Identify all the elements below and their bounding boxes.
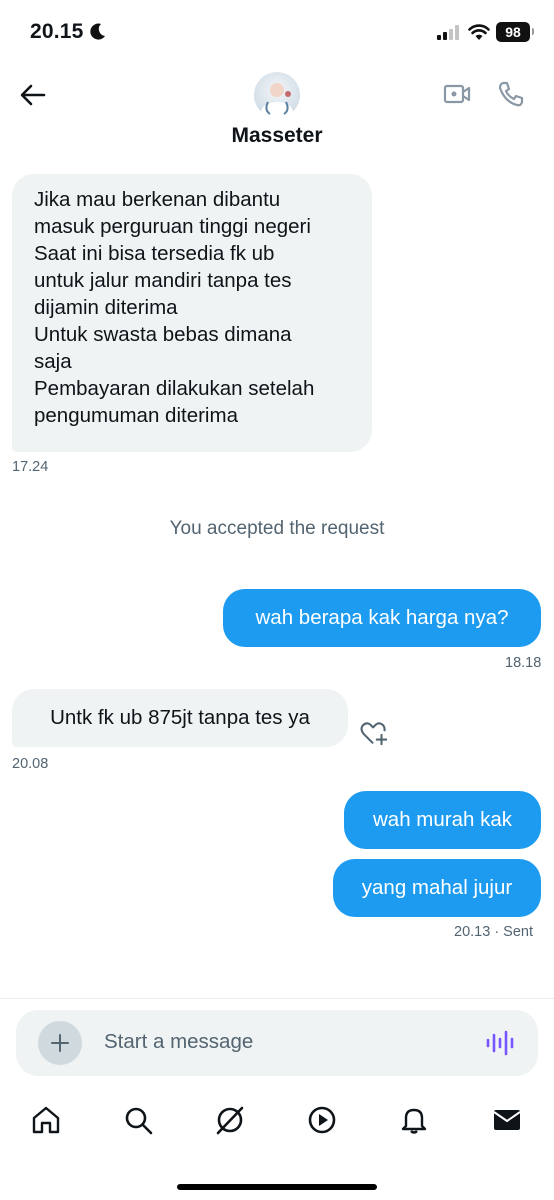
composer-divider	[0, 998, 554, 999]
battery-indicator: 98	[496, 22, 534, 42]
video-call-icon[interactable]	[443, 80, 471, 108]
home-indicator	[177, 1184, 377, 1190]
message-bubble-received[interactable]: Jika mau berkenan dibantu masuk pergurua…	[12, 174, 372, 452]
grok-icon[interactable]	[214, 1104, 246, 1136]
message-timestamp: 18.18	[505, 655, 542, 671]
video-icon[interactable]	[306, 1104, 338, 1136]
bottom-tab-bar	[0, 1096, 554, 1152]
home-icon[interactable]	[30, 1104, 62, 1136]
battery-level: 98	[505, 24, 521, 40]
status-time: 20.15	[30, 20, 84, 43]
message-status: 20.13 · Sent	[454, 924, 533, 940]
phone-icon[interactable]	[497, 80, 525, 108]
message-bubble-sent[interactable]: wah berapa kak harga nya?	[223, 589, 541, 647]
system-notice: You accepted the request	[169, 518, 385, 539]
moon-icon	[90, 23, 105, 40]
message-bubble-received[interactable]: Untk fk ub 875jt tanpa tes ya	[12, 689, 348, 747]
search-icon[interactable]	[122, 1104, 154, 1136]
messages-icon[interactable]	[491, 1104, 523, 1136]
signal-icon	[437, 25, 459, 40]
notifications-icon[interactable]	[398, 1104, 430, 1136]
composer: Start a message	[16, 1010, 538, 1076]
wifi-icon	[468, 24, 490, 40]
conversation-title[interactable]: Masseter	[0, 124, 554, 148]
avatar[interactable]	[254, 72, 300, 118]
doctor-avatar-icon	[261, 83, 293, 118]
add-media-button[interactable]	[38, 1021, 82, 1065]
conversation-header: Masseter	[0, 62, 554, 162]
message-timestamp: 20.08	[12, 756, 49, 772]
message-input[interactable]: Start a message	[104, 1030, 253, 1054]
message-bubble-sent[interactable]: wah murah kak	[344, 791, 541, 849]
message-timestamp: 17.24	[12, 459, 49, 475]
plus-icon	[51, 1034, 69, 1052]
back-arrow-icon[interactable]	[18, 80, 48, 110]
voice-message-icon[interactable]	[486, 1030, 514, 1056]
heart-plus-icon[interactable]	[358, 718, 390, 748]
message-bubble-sent[interactable]: yang mahal jujur	[333, 859, 541, 917]
status-bar: 20.15 98	[0, 0, 554, 62]
